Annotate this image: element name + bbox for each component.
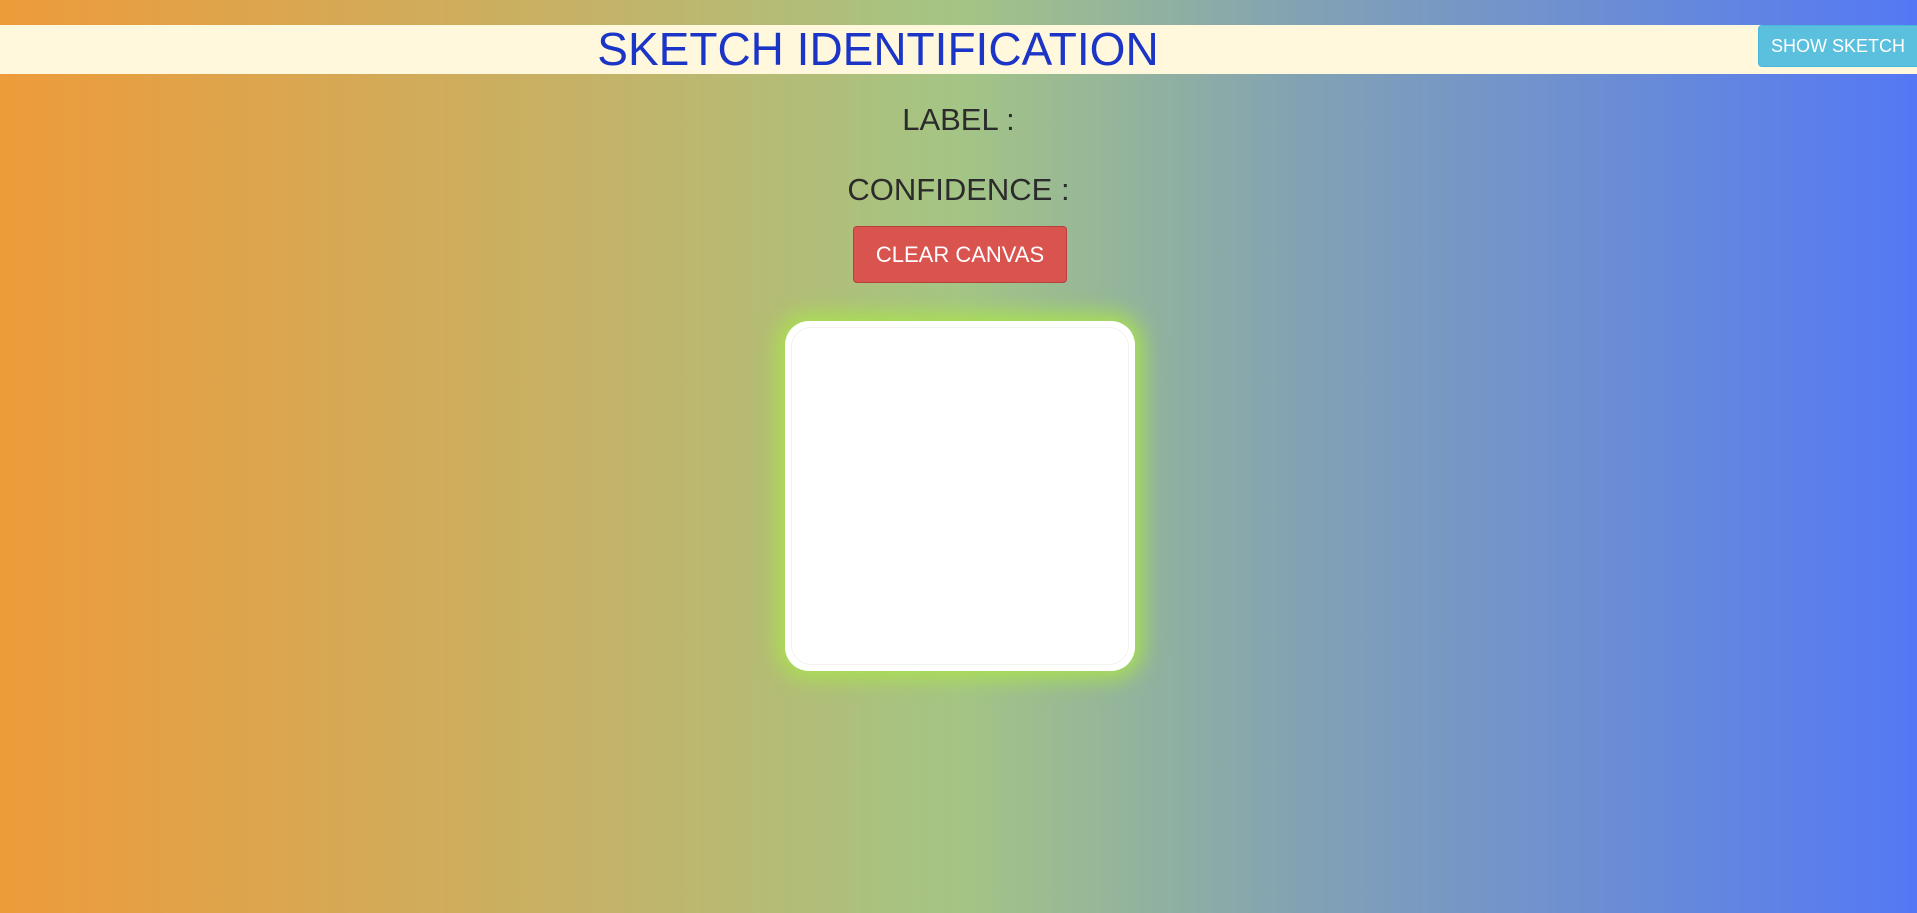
clear-canvas-button[interactable]: CLEAR CANVAS	[853, 226, 1067, 283]
prediction-confidence: CONFIDENCE :	[847, 172, 1070, 207]
drawing-canvas[interactable]	[785, 321, 1135, 671]
page-title: SKETCH IDENTIFICATION	[597, 23, 1159, 75]
prediction-label: LABEL :	[902, 102, 1015, 137]
show-sketch-button[interactable]: SHOW SKETCH	[1758, 25, 1917, 67]
header-bar: SKETCH IDENTIFICATION	[0, 25, 1917, 74]
drawing-canvas-surface[interactable]	[791, 327, 1129, 665]
